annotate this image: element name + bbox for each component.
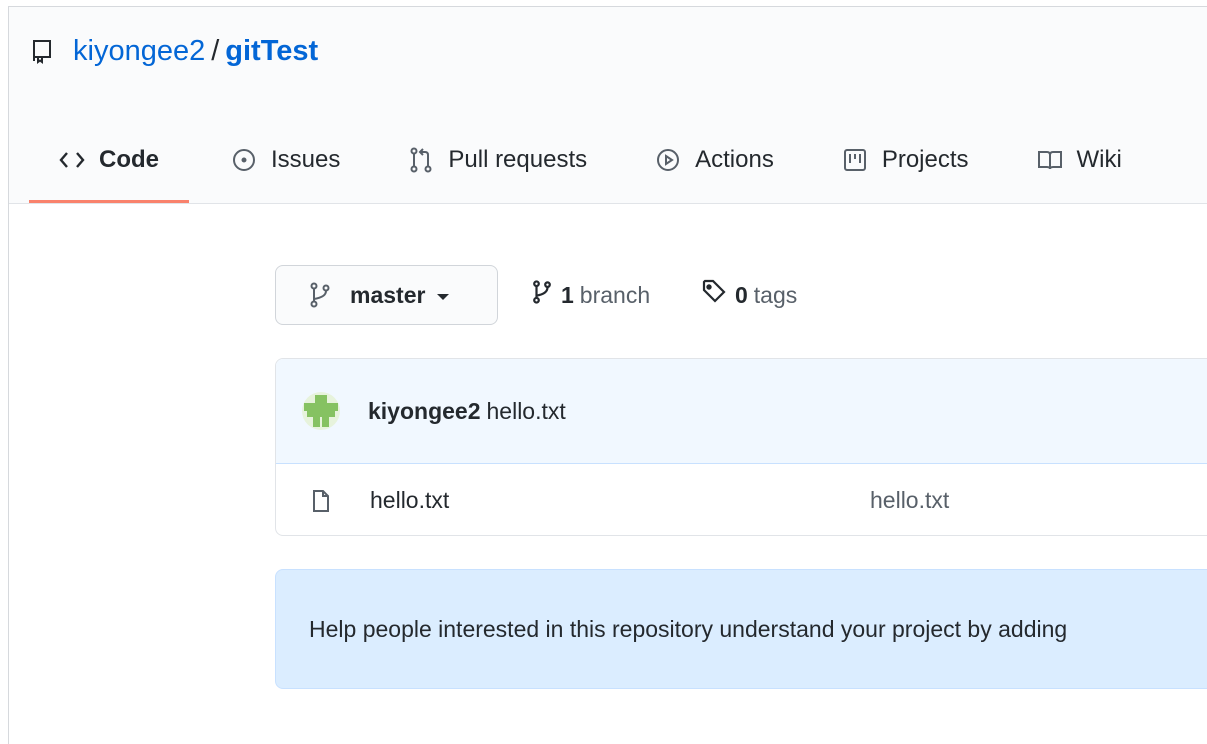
repo-icon: [31, 38, 57, 64]
repo-header: kiyongee2 / gitTest Code Issues Pull req…: [9, 7, 1207, 204]
commit-message-link[interactable]: hello.txt: [487, 398, 566, 425]
file-row: hello.txt hello.txt: [276, 464, 1207, 535]
tab-actions[interactable]: Actions: [625, 133, 800, 187]
play-icon: [655, 147, 681, 173]
tab-issues-label: Issues: [271, 146, 341, 173]
tag-count-label: tags: [753, 281, 798, 308]
repo-page: kiyongee2 / gitTest Code Issues Pull req…: [8, 6, 1207, 744]
tab-pull-requests-label: Pull requests: [448, 146, 588, 173]
about-prompt-text: Help people interested in this repositor…: [309, 615, 1068, 642]
code-icon: [59, 147, 85, 173]
tab-code-label: Code: [99, 146, 159, 173]
issue-icon: [231, 147, 257, 173]
tab-projects-label: Projects: [881, 146, 969, 173]
branch-count-link[interactable]: 1 branch: [531, 279, 650, 311]
tab-issues[interactable]: Issues: [201, 133, 366, 187]
git-branch-icon: [531, 279, 553, 311]
tab-wiki-label: Wiki: [1076, 146, 1122, 173]
git-branch-icon: [308, 282, 334, 308]
project-icon: [842, 147, 868, 173]
tab-wiki[interactable]: Wiki: [1007, 133, 1148, 187]
about-prompt-banner: Help people interested in this repositor…: [275, 569, 1207, 689]
branch-count: 1: [561, 281, 574, 308]
repo-owner-link[interactable]: kiyongee2: [73, 35, 205, 68]
book-icon: [1037, 147, 1063, 173]
file-icon: [312, 488, 334, 514]
tab-code[interactable]: Code: [29, 133, 189, 203]
tab-projects[interactable]: Projects: [812, 133, 995, 187]
tab-pull-requests[interactable]: Pull requests: [378, 133, 613, 187]
repo-name-link[interactable]: gitTest: [225, 35, 318, 68]
pull-request-icon: [408, 147, 434, 173]
tag-icon: [701, 279, 727, 311]
repo-separator: /: [211, 34, 220, 67]
file-list: kiyongee2 hello.txt hello.txt hello.txt: [275, 358, 1207, 536]
branch-count-label: branch: [579, 281, 651, 308]
tab-actions-label: Actions: [695, 146, 774, 173]
chevron-down-icon: [437, 294, 450, 300]
avatar[interactable]: [302, 392, 340, 430]
commit-author-link[interactable]: kiyongee2: [368, 398, 481, 425]
file-commit-message-link[interactable]: hello.txt: [870, 487, 949, 514]
repo-title: kiyongee2 / gitTest: [31, 31, 318, 71]
latest-commit-row: kiyongee2 hello.txt: [276, 359, 1207, 464]
branch-selector-label: master: [350, 281, 426, 308]
tag-count-link[interactable]: 0 tags: [701, 279, 797, 311]
file-name-link[interactable]: hello.txt: [370, 487, 449, 514]
repo-nav-tabs: Code Issues Pull requests Actions Projec…: [29, 133, 1160, 203]
branch-selector-button[interactable]: master: [275, 265, 498, 325]
tag-count: 0: [735, 281, 748, 308]
